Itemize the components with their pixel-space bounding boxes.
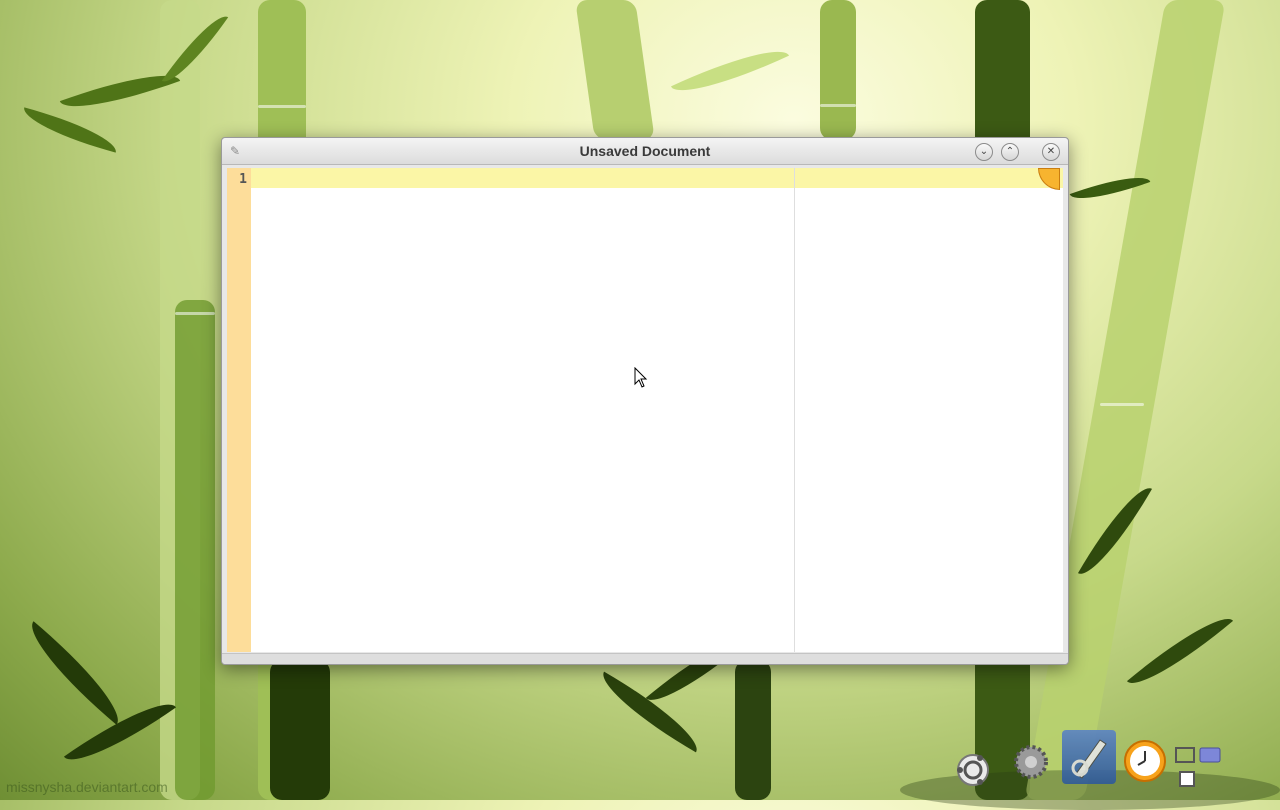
- text-editor-window: ✎ Unsaved Document ⌄ ⌃ ✕ 1: [221, 137, 1069, 665]
- clock-icon: [1124, 740, 1166, 782]
- text-editor-pen-icon: [1071, 739, 1107, 779]
- bamboo-node: [258, 105, 306, 108]
- bamboo-leaf: [1126, 604, 1234, 698]
- wallpaper-credit: missnysha.deviantart.com: [6, 779, 168, 795]
- window-title: Unsaved Document: [579, 143, 711, 159]
- settings-gear-icon: [1014, 745, 1048, 779]
- bamboo-stalk: [735, 660, 771, 800]
- dock-item-text-editor[interactable]: [1062, 730, 1116, 784]
- bamboo-stalk: [575, 0, 655, 140]
- bamboo-stalk: [270, 660, 330, 800]
- window-bottom-edge: [222, 653, 1068, 664]
- chevron-up-icon: ⌃: [1005, 146, 1015, 157]
- current-line-highlight: [251, 168, 1063, 188]
- bamboo-node: [820, 104, 856, 107]
- bamboo-leaf: [670, 35, 790, 107]
- line-number-gutter: 1: [227, 168, 251, 652]
- bamboo-node: [175, 312, 215, 315]
- bamboo-node: [1100, 403, 1144, 406]
- dock-item-clock[interactable]: [1122, 740, 1168, 786]
- bamboo-stalk: [820, 0, 856, 140]
- line-number: 1: [239, 172, 247, 187]
- dock-item-ubuntu[interactable]: [950, 740, 996, 786]
- bamboo-leaf: [16, 621, 134, 725]
- chevron-down-icon: ⌄: [979, 146, 989, 157]
- ubuntu-logo-icon: [957, 754, 989, 786]
- maximize-button[interactable]: ⌃: [1001, 143, 1019, 161]
- dock-item-settings[interactable]: [1008, 740, 1054, 786]
- text-editing-area[interactable]: 1: [227, 168, 1063, 652]
- bamboo-leaf: [592, 671, 708, 753]
- close-icon: ✕: [1046, 146, 1056, 157]
- close-button[interactable]: ✕: [1042, 143, 1060, 161]
- minimize-button[interactable]: ⌄: [975, 143, 993, 161]
- title-bar[interactable]: ✎ Unsaved Document ⌄ ⌃ ✕: [222, 138, 1068, 165]
- right-margin-line: [794, 168, 795, 652]
- window-switcher-icon: [1175, 747, 1221, 787]
- bamboo-stalk: [175, 300, 215, 800]
- bamboo-leaf: [19, 107, 121, 153]
- dock-item-window-switcher[interactable]: [1174, 740, 1221, 787]
- mouse-cursor-icon: [634, 367, 648, 388]
